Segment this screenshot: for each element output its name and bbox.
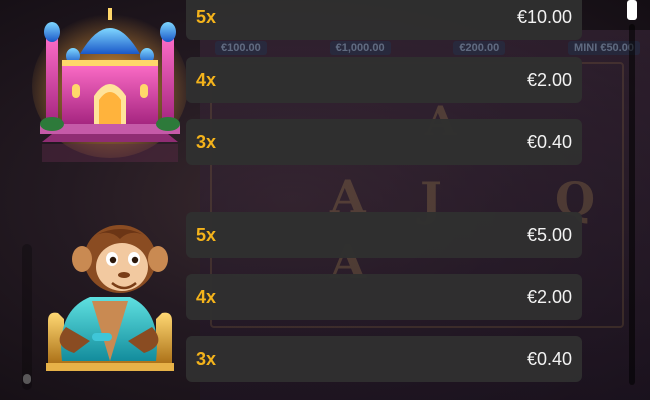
payout-amount: €2.00 [526, 69, 572, 90]
payout-amount: €0.40 [526, 348, 572, 369]
multiplier-label: 5x [196, 6, 217, 27]
left-scrollbar[interactable] [22, 244, 32, 390]
paytable-row-palace-4x: 4x €2.00 [186, 57, 582, 103]
multiplier-label: 4x [196, 69, 217, 90]
right-scrollbar-thumb[interactable] [627, 0, 637, 20]
paytable-row-monkey-3x: 3x €0.40 [186, 336, 582, 382]
monkey-symbol-icon [46, 225, 174, 371]
multiplier-label: 4x [196, 286, 217, 307]
payout-amount: €2.00 [526, 286, 572, 307]
paytable-row-palace-3x: 3x €0.40 [186, 119, 582, 165]
payout-amount: €5.00 [526, 224, 572, 245]
payout-amount: €10.00 [516, 6, 572, 27]
payout-amount: €0.40 [526, 131, 572, 152]
palace-symbol-icon [32, 8, 188, 162]
left-scrollbar-thumb[interactable] [23, 374, 31, 384]
right-scrollbar-track[interactable] [629, 24, 635, 385]
paytable-row-palace-5x: 5x €10.00 [186, 0, 582, 40]
paytable-screen: €100.00 €1,000.00 €200.00 MINI €50.00 A … [0, 0, 650, 400]
paytable-row-monkey-4x: 4x €2.00 [186, 274, 582, 320]
paytable-row-monkey-5x: 5x €5.00 [186, 212, 582, 258]
right-scrollbar[interactable] [626, 0, 638, 385]
multiplier-label: 3x [196, 348, 217, 369]
multiplier-label: 3x [196, 131, 217, 152]
multiplier-label: 5x [196, 224, 217, 245]
paytable-list: 5x €10.00 4x €2.00 3x €0.40 5x €5.00 4x … [186, 0, 582, 400]
